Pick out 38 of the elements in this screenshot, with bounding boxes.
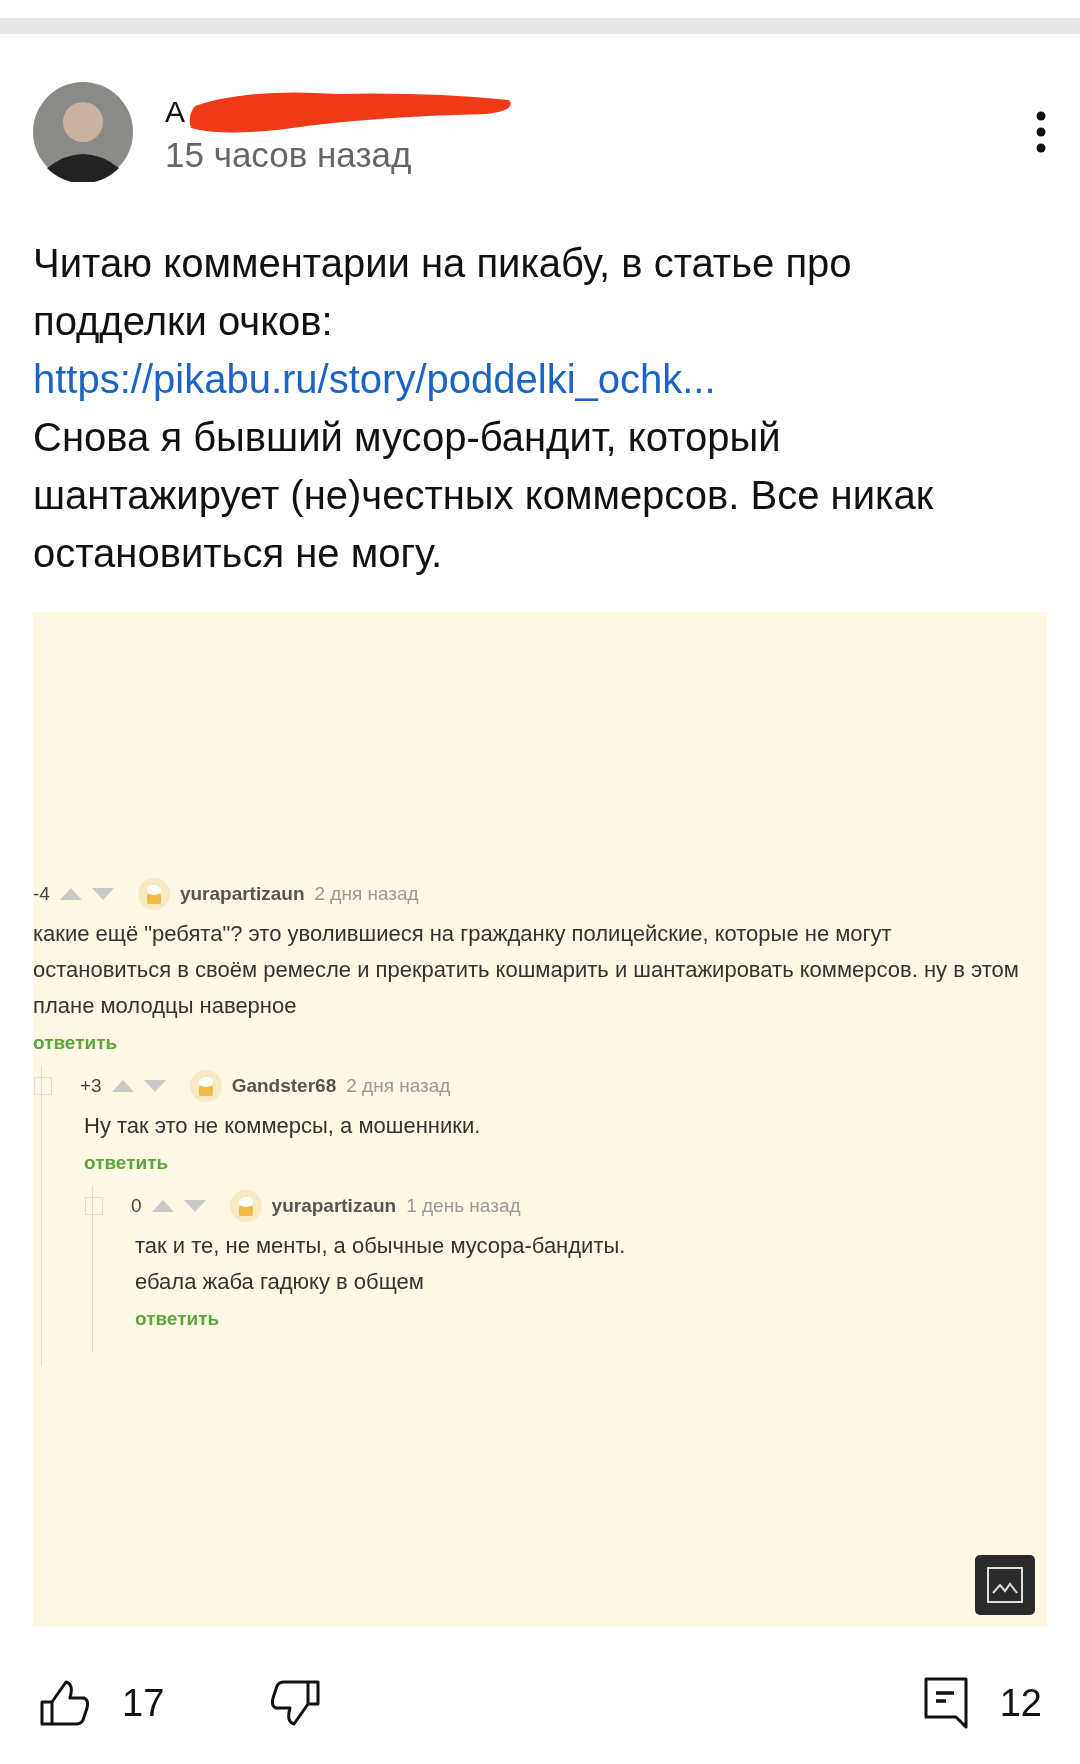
image-icon xyxy=(987,1567,1023,1603)
comment-text: так и те, не менты, а обычные мусора-бандиты. xyxy=(135,1232,627,1260)
dislike-icon[interactable] xyxy=(270,1680,321,1726)
upvote-icon[interactable] xyxy=(59,888,82,900)
avatar-icon xyxy=(229,1190,262,1222)
post-text: Читаю комментарии на пикабу, в статье про подделки очков: xyxy=(33,240,853,345)
collapse-icon[interactable] xyxy=(34,1077,52,1095)
comment-author[interactable]: yurapartizaun xyxy=(179,883,305,905)
comment-time: 1 день назад xyxy=(406,1195,521,1217)
avatar-icon xyxy=(189,1070,222,1102)
comment-author[interactable]: yurapartizaun xyxy=(271,1195,397,1217)
story-link[interactable]: https://pikabu.ru/story/poddelki_ochk... xyxy=(33,350,950,408)
comment-icon[interactable] xyxy=(923,1677,968,1729)
comment-score: +3 xyxy=(80,1075,102,1097)
author-name[interactable]: А xyxy=(165,95,185,129)
avatar-icon xyxy=(137,878,170,910)
like-count: 17 xyxy=(122,1681,165,1725)
comment-time: 2 дня назад xyxy=(346,1075,451,1097)
comment-count: 12 xyxy=(999,1681,1042,1725)
comment-score: -4 xyxy=(33,883,50,905)
like-icon[interactable] xyxy=(40,1680,90,1726)
more-icon[interactable] xyxy=(1036,111,1046,153)
upvote-icon[interactable] xyxy=(151,1200,174,1212)
comment-text: ебала жаба гадюку в общем xyxy=(135,1268,425,1296)
upvote-icon[interactable] xyxy=(111,1080,134,1092)
image-button[interactable] xyxy=(975,1555,1035,1615)
comment-text: какие ещё "ребята"? это уволившиеся на гражданку полицейские, которые не могут остановиться в своём ремесле и прекратить кошмарить и шантажировать коммерсов. ну в этом плане молодцы наверное xyxy=(33,920,1020,1020)
comment-author[interactable]: Gandster68 xyxy=(231,1075,337,1097)
comment-text: Ну так это не коммерсы, а мошенники. xyxy=(84,1112,482,1140)
comment-score: 0 xyxy=(131,1195,142,1217)
post-text: Снова я бывший мусор-бандит, который шантажирует (не)честных коммерсов. Все никак остановиться не могу. xyxy=(33,414,935,577)
post-time: 15 часов назад xyxy=(165,135,413,175)
downvote-icon[interactable] xyxy=(183,1200,206,1212)
comment-time: 2 дня назад xyxy=(314,883,419,905)
avatar[interactable] xyxy=(33,82,133,182)
downvote-icon[interactable] xyxy=(91,888,114,900)
downvote-icon[interactable] xyxy=(143,1080,166,1092)
collapse-icon[interactable] xyxy=(85,1197,103,1215)
